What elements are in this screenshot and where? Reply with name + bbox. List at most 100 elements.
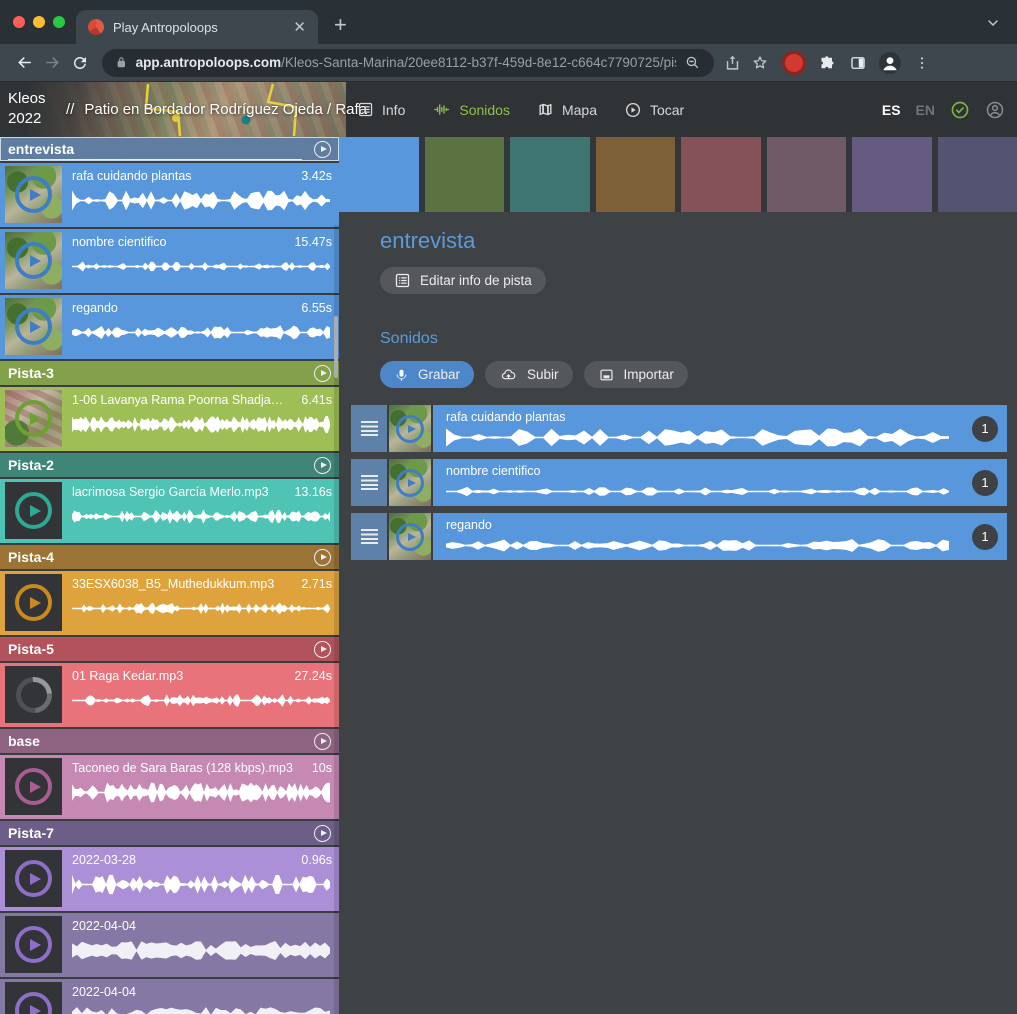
sound-thumbnail[interactable] xyxy=(389,459,433,506)
sound-item[interactable]: rafa cuidando plantas3.42s xyxy=(0,163,339,227)
track-play-icon[interactable] xyxy=(314,365,331,382)
panel-sound-row[interactable]: regando1 xyxy=(351,513,1007,560)
track-play-icon[interactable] xyxy=(314,641,331,658)
sound-item[interactable]: 33ESX6038_B5_Muthedukkum.mp32.71s xyxy=(0,571,339,635)
play-overlay-button[interactable] xyxy=(5,482,62,539)
track-swatch[interactable] xyxy=(425,137,505,212)
track-header[interactable]: Pista-5 xyxy=(0,637,339,661)
panel-sound-row[interactable]: nombre cientifico1 xyxy=(351,459,1007,506)
drag-handle[interactable] xyxy=(351,405,389,452)
sound-thumbnail[interactable] xyxy=(5,666,62,723)
sound-thumbnail[interactable] xyxy=(5,298,62,355)
sound-thumbnail[interactable] xyxy=(5,850,62,907)
check-circle-icon[interactable] xyxy=(950,100,970,120)
menu-kebab-icon[interactable] xyxy=(908,49,936,77)
track-swatch[interactable] xyxy=(852,137,932,212)
tab-mapa[interactable]: Mapa xyxy=(537,101,597,118)
play-overlay-button[interactable] xyxy=(5,850,62,907)
panel-sound-row[interactable]: rafa cuidando plantas1 xyxy=(351,405,1007,452)
track-play-icon[interactable] xyxy=(314,825,331,842)
url-bar[interactable]: app.antropoloops.com/Kleos-Santa-Marina/… xyxy=(102,49,714,77)
extensions-puzzle-icon[interactable] xyxy=(812,49,840,77)
sound-thumbnail[interactable] xyxy=(5,758,62,815)
play-overlay-button[interactable] xyxy=(389,459,431,506)
record-button[interactable]: Grabar xyxy=(380,361,474,388)
sound-item[interactable]: 2022-04-04 xyxy=(0,913,339,977)
sound-thumbnail[interactable] xyxy=(5,390,62,447)
track-header[interactable]: Pista-3 xyxy=(0,361,339,385)
track-swatch[interactable] xyxy=(681,137,761,212)
account-icon[interactable] xyxy=(985,100,1005,120)
lang-en[interactable]: EN xyxy=(916,102,935,118)
sound-thumbnail[interactable] xyxy=(5,232,62,289)
track-header[interactable]: Pista-4 xyxy=(0,545,339,569)
track-header[interactable]: base xyxy=(0,729,339,753)
close-window-button[interactable] xyxy=(13,16,25,28)
sound-item[interactable]: 1-06 Lavanya Rama Poorna Shadjam Rupak..… xyxy=(0,387,339,451)
upload-button[interactable]: Subir xyxy=(485,361,573,388)
sound-thumbnail[interactable] xyxy=(5,482,62,539)
sound-thumbnail[interactable] xyxy=(5,574,62,631)
profile-avatar[interactable] xyxy=(876,49,904,77)
track-header[interactable]: Pista-7 xyxy=(0,821,339,845)
tab-sonidos[interactable]: Sonidos xyxy=(432,101,510,118)
bookmark-star-icon[interactable] xyxy=(746,49,774,77)
waveform xyxy=(446,536,949,555)
sound-thumbnail[interactable] xyxy=(5,916,62,973)
track-swatch[interactable] xyxy=(767,137,847,212)
tab-close-icon[interactable]: ✕ xyxy=(293,20,306,35)
edit-track-info-button[interactable]: Editar info de pista xyxy=(380,267,546,294)
app-logo[interactable]: Kleos 2022 xyxy=(8,89,46,130)
sound-item[interactable]: 01 Raga Kedar.mp327.24s xyxy=(0,663,339,727)
sound-thumbnail[interactable] xyxy=(5,166,62,223)
drag-handle[interactable] xyxy=(351,513,389,560)
play-overlay-button[interactable] xyxy=(5,166,62,223)
share-icon[interactable] xyxy=(718,49,746,77)
record-extension-icon[interactable] xyxy=(780,49,808,77)
play-overlay-button[interactable] xyxy=(5,758,62,815)
track-play-icon[interactable] xyxy=(314,549,331,566)
track-header[interactable]: Pista-2 xyxy=(0,453,339,477)
track-header[interactable]: entrevista xyxy=(0,137,339,161)
play-overlay-button[interactable] xyxy=(5,916,62,973)
reload-button[interactable] xyxy=(66,49,94,77)
play-overlay-button[interactable] xyxy=(389,405,431,452)
sound-item[interactable]: lacrimosa Sergio García Merlo.mp313.16s xyxy=(0,479,339,543)
sound-thumbnail[interactable] xyxy=(5,982,62,1014)
zoom-out-icon[interactable] xyxy=(684,54,701,71)
import-button[interactable]: Importar xyxy=(584,361,688,388)
play-overlay-button[interactable] xyxy=(5,982,62,1014)
chevron-down-icon[interactable] xyxy=(985,15,1001,31)
sound-item[interactable]: Taconeo de Sara Baras (128 kbps).mp310s xyxy=(0,755,339,819)
tab-info[interactable]: Info xyxy=(357,101,405,118)
sound-thumbnail[interactable] xyxy=(389,513,433,560)
back-button[interactable] xyxy=(10,49,38,77)
track-play-icon[interactable] xyxy=(314,733,331,750)
play-overlay-button[interactable] xyxy=(5,390,62,447)
drag-handle[interactable] xyxy=(351,459,389,506)
zoom-window-button[interactable] xyxy=(53,16,65,28)
play-overlay-button[interactable] xyxy=(5,574,62,631)
play-overlay-button[interactable] xyxy=(5,232,62,289)
track-play-icon[interactable] xyxy=(314,141,331,158)
minimize-window-button[interactable] xyxy=(33,16,45,28)
track-swatch[interactable] xyxy=(596,137,676,212)
sound-item[interactable]: regando6.55s xyxy=(0,295,339,359)
sound-item[interactable]: 2022-03-280.96s xyxy=(0,847,339,911)
new-tab-button[interactable]: + xyxy=(334,14,347,36)
tab-tocar[interactable]: Tocar xyxy=(624,101,684,119)
track-play-icon[interactable] xyxy=(314,457,331,474)
sound-thumbnail[interactable] xyxy=(389,405,433,452)
sound-item[interactable]: nombre cientifico15.47s xyxy=(0,229,339,293)
lang-es[interactable]: ES xyxy=(882,102,901,118)
track-swatch[interactable] xyxy=(510,137,590,212)
play-overlay-button[interactable] xyxy=(5,298,62,355)
scrollbar-thumb[interactable] xyxy=(334,316,338,378)
browser-tab[interactable]: Play Antropoloops ✕ xyxy=(76,10,318,44)
track-swatch[interactable] xyxy=(339,137,419,215)
play-overlay-button[interactable] xyxy=(389,513,431,560)
track-swatch[interactable] xyxy=(938,137,1017,212)
split-view-icon[interactable] xyxy=(844,49,872,77)
forward-button[interactable] xyxy=(38,49,66,77)
sound-item[interactable]: 2022-04-04 xyxy=(0,979,339,1014)
